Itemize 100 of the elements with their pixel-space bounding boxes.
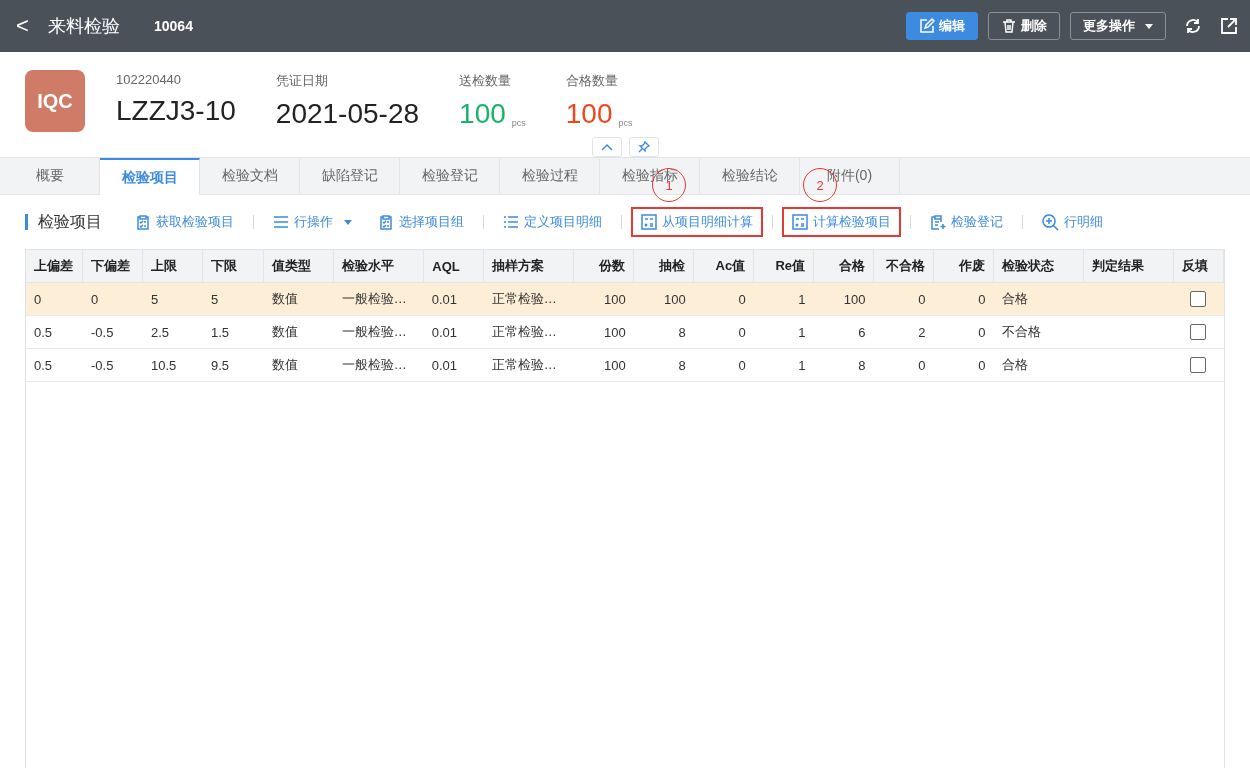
checkbox[interactable]	[1190, 357, 1207, 373]
field-value: 100	[565, 98, 613, 130]
table-cell: 合格	[1001, 291, 1028, 306]
pin-icon	[638, 141, 650, 153]
toolbar-button[interactable]: 行操作	[263, 207, 362, 237]
unit-label: pcs	[511, 118, 526, 128]
toolbar-button[interactable]: 定义项目明细	[493, 207, 612, 237]
column-header: 检验状态	[993, 250, 1084, 283]
field-value: 100	[459, 98, 506, 130]
column-header: 上限	[142, 250, 203, 283]
table-cell: 5	[150, 291, 159, 307]
column-header: 检验水平	[333, 250, 424, 283]
table-cell: 9.5	[210, 357, 229, 373]
table-cell: 一般检验…	[341, 357, 407, 372]
table-cell: 0.5	[34, 357, 53, 373]
table-cell: 0	[738, 324, 746, 340]
clipboard-icon	[378, 214, 394, 230]
column-header: 反填	[1173, 250, 1224, 283]
field-value: LZZJ3-10	[116, 95, 236, 127]
field-label: 凭证日期	[275, 72, 329, 90]
tab[interactable]: 检验项目	[100, 158, 200, 195]
column-header: 下偏差	[82, 250, 143, 283]
table-cell: 0	[978, 291, 986, 307]
table-cell: 100	[604, 324, 626, 340]
table-cell: 正常检验…	[491, 291, 557, 306]
back-button[interactable]: <	[16, 13, 34, 39]
table-cell: 0.01	[431, 291, 458, 307]
field-label: 102220440	[116, 72, 183, 87]
table-cell: 0.01	[431, 324, 458, 340]
zoom-in-icon	[1042, 213, 1059, 231]
toolbar-button[interactable]: 选择项目组	[368, 207, 474, 237]
checkbox[interactable]	[1190, 324, 1207, 340]
column-header: 抽检	[633, 250, 694, 283]
table-cell: 一般检验…	[341, 324, 407, 339]
table-cell: 1	[798, 291, 806, 307]
page-title: 来料检验	[48, 15, 120, 38]
toolbar-button[interactable]: 从项目明细计算	[631, 207, 763, 237]
table-cell: 0	[918, 357, 926, 373]
column-header: 值类型	[263, 250, 334, 283]
column-header: 抽样方案	[483, 250, 574, 283]
table-cell: 一般检验…	[341, 291, 407, 306]
table-cell: 0	[738, 291, 746, 307]
table-cell: 数值	[271, 357, 298, 372]
table-cell: 0	[978, 357, 986, 373]
column-header: Re值	[753, 250, 814, 283]
table-cell: -0.5	[90, 324, 114, 340]
refresh-icon[interactable]	[1184, 17, 1202, 35]
field-label: 合格数量	[565, 72, 619, 90]
column-header: 份数	[573, 250, 634, 283]
toolbar-button[interactable]: 行明细	[1032, 207, 1113, 237]
iqc-badge: IQC	[25, 70, 85, 132]
external-link-icon[interactable]	[1220, 17, 1238, 35]
field-value: 2021-05-28	[275, 98, 420, 130]
table-cell: 0.01	[431, 357, 458, 373]
table-cell: 0	[90, 291, 99, 307]
calculator-icon	[792, 214, 808, 230]
field-label: 送检数量	[459, 72, 513, 90]
menu-icon	[273, 215, 289, 229]
table-cell: 100	[604, 291, 626, 307]
table-cell: 8	[678, 357, 686, 373]
checkbox[interactable]	[1190, 291, 1207, 307]
column-header: 下限	[202, 250, 264, 283]
table-cell: 100	[843, 291, 866, 307]
clipboard-icon	[135, 214, 151, 230]
column-header: 上偏差	[26, 250, 83, 283]
table-cell: 10.5	[150, 357, 177, 373]
table-cell: 8	[678, 324, 686, 340]
table-cell: -0.5	[90, 357, 114, 373]
table-cell: 100	[604, 357, 626, 373]
list-icon	[503, 215, 519, 229]
table-cell: 数值	[271, 291, 298, 306]
table-cell: 0	[978, 324, 986, 340]
caret-icon	[344, 219, 352, 225]
column-header: 不合格	[873, 250, 934, 283]
toolbar-button[interactable]: 计算检验项目	[782, 207, 901, 237]
table-cell: 1	[798, 357, 806, 373]
delete-button[interactable]: 删除	[988, 12, 1060, 40]
pin-button[interactable]	[629, 137, 659, 157]
table-cell: 6	[858, 324, 866, 340]
table-cell: 正常检验…	[491, 324, 557, 339]
table-cell: 不合格	[1001, 324, 1041, 339]
table-cell: 1.5	[210, 324, 229, 340]
table-cell: 0	[738, 357, 746, 373]
trash-icon	[1001, 18, 1017, 34]
toolbar-button[interactable]: 获取检验项目	[125, 207, 244, 237]
document-number: 10064	[154, 18, 194, 34]
chevron-up-icon	[601, 143, 613, 151]
table-cell: 8	[858, 357, 866, 373]
table-cell: 合格	[1001, 357, 1028, 372]
edit-icon	[919, 18, 935, 34]
table-cell: 2.5	[150, 324, 169, 340]
table-cell: 数值	[271, 324, 298, 339]
table-cell: 0.5	[34, 324, 53, 340]
table-cell: 2	[918, 324, 926, 340]
table-cell: 100	[663, 291, 686, 307]
edit-button[interactable]: 编辑	[906, 12, 978, 40]
column-header: 合格	[813, 250, 874, 283]
table-cell: 正常检验…	[491, 357, 557, 372]
more-actions-dropdown[interactable]: 更多操作	[1070, 12, 1166, 40]
toolbar-button[interactable]: 检验登记	[920, 207, 1013, 237]
